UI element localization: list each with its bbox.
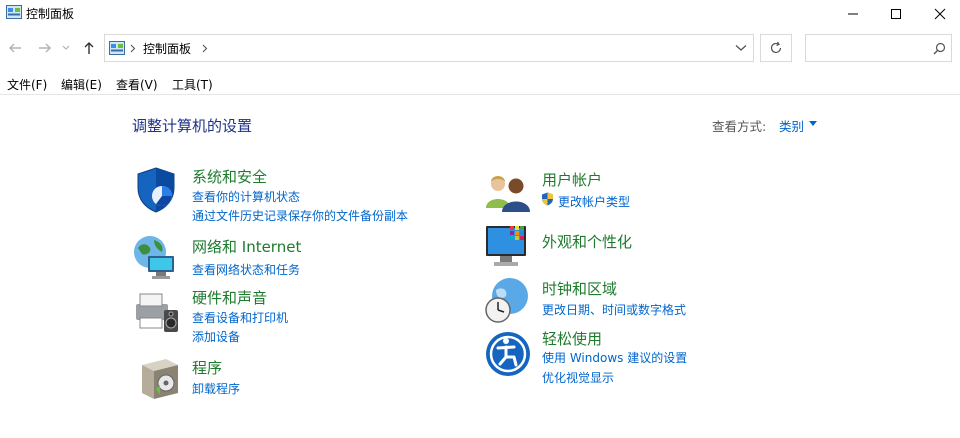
network-globe-icon <box>134 236 174 279</box>
search-input[interactable] <box>805 34 952 62</box>
link-network-status-tasks[interactable]: 查看网络状态和任务 <box>192 261 300 278</box>
user-accounts-icon <box>486 176 530 212</box>
breadcrumb-control-panel[interactable]: 控制面板 <box>143 40 191 57</box>
category-appearance-personalization[interactable]: 外观和个性化 <box>542 231 632 252</box>
up-button[interactable] <box>80 38 98 58</box>
link-devices-printers[interactable]: 查看设备和打印机 <box>192 309 288 326</box>
clock-globe-icon <box>485 278 528 323</box>
category-system-security[interactable]: 系统和安全 <box>192 166 267 187</box>
control-panel-icon <box>6 5 22 19</box>
close-icon <box>934 8 946 20</box>
category-clock-region[interactable]: 时钟和区域 <box>542 278 617 299</box>
minimize-button[interactable] <box>830 0 876 28</box>
link-file-history-backup[interactable]: 通过文件历史记录保存你的文件备份副本 <box>192 207 408 224</box>
category-hardware-sound[interactable]: 硬件和声音 <box>192 287 267 308</box>
view-by-dropdown[interactable]: 类别 <box>779 116 804 135</box>
chevron-down-icon <box>62 45 70 50</box>
link-optimize-visual-display[interactable]: 优化视觉显示 <box>542 369 614 386</box>
address-bar[interactable]: 控制面板 <box>104 34 754 62</box>
chevron-right-icon <box>130 44 136 53</box>
forward-button[interactable] <box>36 38 54 58</box>
category-network-internet[interactable]: 网络和 Internet <box>192 236 301 257</box>
search-icon <box>933 42 946 55</box>
menu-view[interactable]: 查看(V) <box>116 76 158 93</box>
arrow-left-icon <box>9 43 21 53</box>
link-change-account-type[interactable]: 更改帐户类型 <box>558 193 630 210</box>
chevron-right-icon[interactable] <box>202 44 208 53</box>
category-user-accounts[interactable]: 用户帐户 <box>542 169 602 190</box>
menu-file[interactable]: 文件(F) <box>7 76 47 93</box>
programs-box-icon <box>142 359 178 399</box>
maximize-button[interactable] <box>873 0 919 28</box>
caret-down-icon[interactable] <box>809 121 817 126</box>
refresh-button[interactable] <box>760 34 792 62</box>
menu-edit[interactable]: 编辑(E) <box>61 76 102 93</box>
menu-bar: 文件(F) 编辑(E) 查看(V) 工具(T) <box>0 72 960 95</box>
link-add-device[interactable]: 添加设备 <box>192 328 240 345</box>
chevron-down-icon[interactable] <box>735 44 747 52</box>
uac-shield-icon <box>542 192 553 206</box>
maximize-icon <box>891 9 901 19</box>
link-uninstall-program[interactable]: 卸载程序 <box>192 380 240 397</box>
shield-icon <box>137 167 175 213</box>
link-windows-recommended-settings[interactable]: 使用 Windows 建议的设置 <box>542 349 687 366</box>
category-programs[interactable]: 程序 <box>192 357 222 378</box>
control-panel-icon <box>109 41 125 55</box>
link-change-date-time-format[interactable]: 更改日期、时间或数字格式 <box>542 301 686 318</box>
menu-tools[interactable]: 工具(T) <box>172 76 213 93</box>
appearance-monitor-icon <box>486 226 526 266</box>
close-button[interactable] <box>917 0 960 28</box>
view-by-label: 查看方式: <box>712 119 767 134</box>
arrow-right-icon <box>39 43 51 53</box>
category-ease-of-access[interactable]: 轻松使用 <box>542 328 602 349</box>
window-title: 控制面板 <box>26 7 75 21</box>
ease-of-access-icon <box>486 332 530 376</box>
refresh-icon <box>770 41 782 54</box>
minimize-icon <box>848 13 858 15</box>
back-button[interactable] <box>6 38 24 58</box>
printer-speaker-icon <box>136 293 178 332</box>
recent-locations-button[interactable] <box>60 38 72 58</box>
title-bar: 控制面板 <box>0 0 960 28</box>
arrow-up-icon <box>84 42 94 54</box>
page-title: 调整计算机的设置 <box>132 117 253 135</box>
link-view-computer-status[interactable]: 查看你的计算机状态 <box>192 188 300 205</box>
